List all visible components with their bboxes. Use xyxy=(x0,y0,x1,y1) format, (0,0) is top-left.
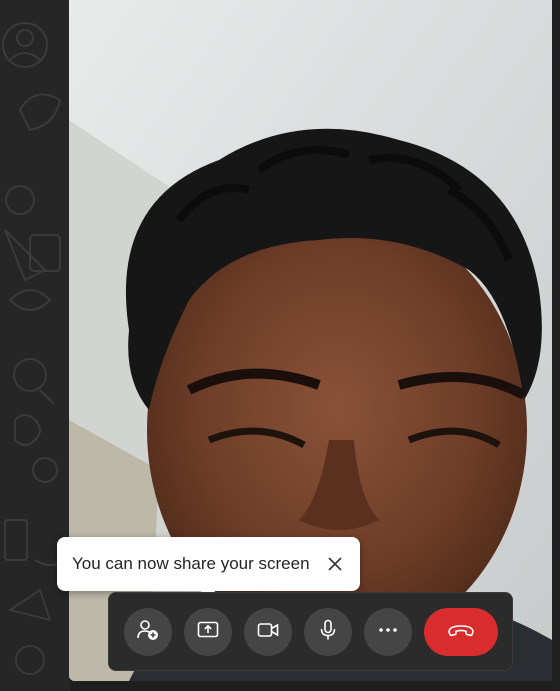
more-options-button[interactable] xyxy=(364,608,412,656)
microphone-button[interactable] xyxy=(304,608,352,656)
end-call-icon xyxy=(446,618,476,647)
add-participant-button[interactable] xyxy=(124,608,172,656)
more-icon xyxy=(376,618,400,647)
share-screen-tooltip: You can now share your screen xyxy=(57,537,360,599)
tooltip-message: You can now share your screen xyxy=(72,554,310,573)
microphone-icon xyxy=(316,618,340,647)
share-screen-icon xyxy=(196,618,220,647)
call-controls-bar xyxy=(108,592,513,671)
close-icon[interactable] xyxy=(322,551,348,577)
video-camera-icon xyxy=(256,618,280,647)
end-call-button[interactable] xyxy=(424,608,498,656)
window-edge xyxy=(552,0,560,691)
share-screen-button[interactable] xyxy=(184,608,232,656)
add-person-icon xyxy=(136,618,160,647)
camera-button[interactable] xyxy=(244,608,292,656)
